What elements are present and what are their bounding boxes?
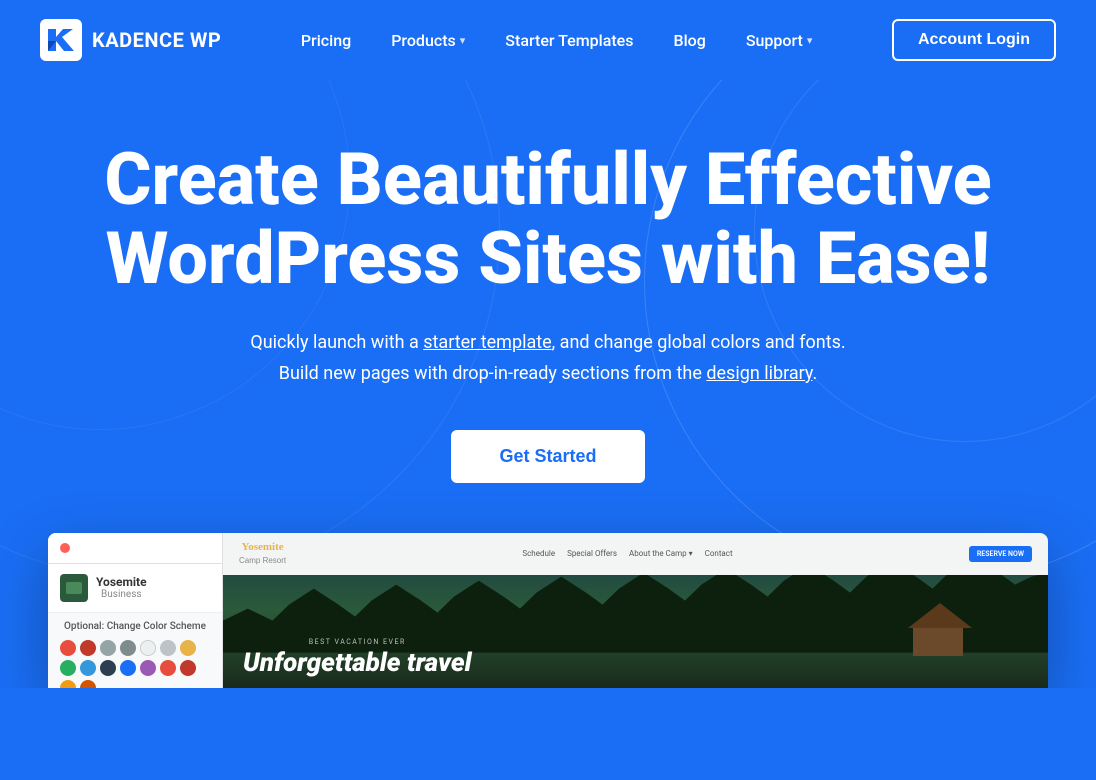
color-swatch[interactable] — [180, 660, 196, 676]
hero-title: Create Beautifully Effective WordPress S… — [98, 140, 998, 298]
color-swatch[interactable] — [100, 660, 116, 676]
preview-nav-schedule: Schedule — [522, 549, 555, 558]
nav-blog[interactable]: Blog — [658, 23, 722, 58]
preview-nav-camp: About the Camp ▾ — [629, 549, 693, 558]
color-swatch[interactable] — [60, 640, 76, 656]
color-swatch[interactable] — [140, 660, 156, 676]
kadence-logo-icon — [40, 19, 82, 61]
nav-starter-templates[interactable]: Starter Templates — [489, 23, 649, 58]
preview-nav-links: Schedule Special Offers About the Camp ▾… — [522, 549, 732, 558]
color-swatches — [48, 636, 222, 688]
color-swatch[interactable] — [80, 640, 96, 656]
color-swatch[interactable] — [60, 660, 76, 676]
cabin-roof — [908, 603, 972, 628]
preview-cabin — [908, 603, 968, 653]
chevron-down-icon: ▾ — [460, 34, 466, 47]
subtitle-text-middle: , and change global colors and fonts. — [552, 332, 846, 353]
get-started-button[interactable]: Get Started — [451, 430, 644, 483]
preview-navbar: YosemiteCamp Resort Schedule Special Off… — [223, 533, 1048, 575]
preview-nav-offers: Special Offers — [567, 549, 617, 558]
color-swatch[interactable] — [180, 640, 196, 656]
nav-products[interactable]: Products ▾ — [375, 23, 481, 58]
subtitle-text-before: Quickly launch with a — [250, 332, 423, 353]
starter-template-link[interactable]: starter template — [423, 332, 551, 353]
preview-container: Yosemite Business Optional: Change Color… — [48, 533, 1048, 688]
hero-subtitle: Quickly launch with a starter template, … — [198, 328, 898, 389]
window-close-dot — [60, 543, 70, 553]
nav-support[interactable]: Support ▾ — [730, 23, 829, 58]
preview-frame: Yosemite Business Optional: Change Color… — [48, 533, 1048, 688]
color-swatch[interactable] — [160, 660, 176, 676]
subtitle-text-after: . — [812, 363, 817, 384]
preview-hero-text: BEST VACATION EVER Unforgettable travel — [243, 638, 472, 676]
preview-big-title: Unforgettable travel — [243, 650, 472, 676]
preview-window-controls — [48, 533, 222, 564]
color-swatch[interactable] — [120, 660, 136, 676]
preview-reserve-button: RESERVE NOW — [969, 546, 1032, 562]
preview-nav-contact: Contact — [705, 549, 733, 558]
brand-name: KADENCE WP — [92, 28, 221, 52]
preview-color-label: Optional: Change Color Scheme — [48, 613, 222, 636]
preview-left-panel: Yosemite Business Optional: Change Color… — [48, 533, 223, 688]
color-swatch[interactable] — [160, 640, 176, 656]
nav-pricing[interactable]: Pricing — [285, 23, 367, 58]
color-swatch[interactable] — [140, 640, 156, 656]
preview-site-info: Yosemite Business — [48, 564, 222, 613]
color-swatch[interactable] — [80, 680, 96, 688]
preview-site-logo: YosemiteCamp Resort — [239, 541, 286, 567]
cabin-body — [913, 628, 963, 656]
preview-right-panel: YosemiteCamp Resort Schedule Special Off… — [223, 533, 1048, 688]
color-swatch[interactable] — [80, 660, 96, 676]
hero-section: Create Beautifully Effective WordPress S… — [0, 80, 1096, 688]
subtitle-text-line2: Build new pages with drop-in-ready secti… — [279, 363, 707, 384]
main-nav: Pricing Products ▾ Starter Templates Blo… — [285, 23, 829, 58]
preview-site-type: Business — [96, 589, 147, 600]
color-swatch[interactable] — [60, 680, 76, 688]
site-header: KADENCE WP Pricing Products ▾ Starter Te… — [0, 0, 1096, 80]
color-swatch[interactable] — [120, 640, 136, 656]
preview-tagline: BEST VACATION EVER — [243, 638, 472, 646]
account-login-button[interactable]: Account Login — [892, 19, 1056, 61]
color-swatch[interactable] — [100, 640, 116, 656]
preview-site-name: Yosemite — [96, 575, 147, 589]
design-library-link[interactable]: design library — [706, 363, 812, 384]
chevron-down-icon: ▾ — [807, 34, 813, 47]
logo[interactable]: KADENCE WP — [40, 19, 221, 61]
